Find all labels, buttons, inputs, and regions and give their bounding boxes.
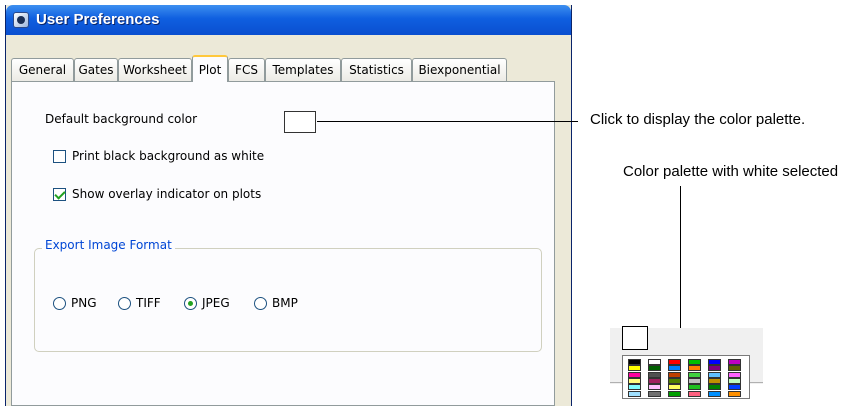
palette-color-cell[interactable] bbox=[708, 365, 721, 372]
tab-general[interactable]: General bbox=[11, 58, 74, 81]
title-bar[interactable]: User Preferences bbox=[6, 5, 571, 35]
palette-color-cell[interactable] bbox=[728, 377, 741, 384]
tab-plot[interactable]: Plot bbox=[192, 55, 228, 82]
tab-statistics[interactable]: Statistics bbox=[341, 58, 412, 81]
palette-color-cell[interactable] bbox=[648, 365, 661, 372]
palette-color-cell[interactable] bbox=[648, 390, 661, 397]
tiff-label: TIFF bbox=[136, 296, 161, 310]
palette-color-cell[interactable] bbox=[708, 390, 721, 397]
palette-color-cell[interactable] bbox=[688, 365, 701, 372]
print-black-as-white-checkbox[interactable] bbox=[53, 150, 66, 163]
palette-color-cell[interactable] bbox=[668, 390, 681, 397]
default-bg-color-label: Default background color bbox=[45, 112, 197, 126]
tab-fcs[interactable]: FCS bbox=[228, 58, 265, 81]
palette-color-cell[interactable] bbox=[648, 359, 661, 365]
jpeg-radio[interactable] bbox=[184, 297, 197, 310]
plot-tab-panel: Default background color Print black bac… bbox=[11, 81, 555, 406]
show-overlay-indicator-checkbox[interactable] bbox=[53, 188, 66, 201]
palette-color-cell[interactable] bbox=[708, 371, 721, 378]
default-bg-color-swatch[interactable] bbox=[284, 111, 316, 133]
bmp-radio[interactable] bbox=[254, 297, 267, 310]
palette-color-cell[interactable] bbox=[668, 377, 681, 384]
palette-color-cell[interactable] bbox=[688, 359, 701, 365]
palette-color-cell[interactable] bbox=[728, 371, 741, 378]
palette-color-cell[interactable] bbox=[628, 371, 641, 378]
color-palette bbox=[622, 355, 750, 399]
palette-color-cell[interactable] bbox=[648, 384, 661, 391]
palette-color-cell[interactable] bbox=[688, 371, 701, 378]
tab-templates[interactable]: Templates bbox=[265, 58, 341, 81]
palette-color-cell[interactable] bbox=[668, 371, 681, 378]
palette-color-cell[interactable] bbox=[648, 377, 661, 384]
palette-color-cell[interactable] bbox=[628, 359, 641, 365]
palette-color-cell[interactable] bbox=[728, 390, 741, 397]
app-icon bbox=[13, 12, 29, 28]
palette-color-cell[interactable] bbox=[668, 359, 681, 365]
palette-color-cell[interactable] bbox=[708, 384, 721, 391]
print-black-as-white-label: Print black background as white bbox=[72, 149, 265, 163]
tab-worksheet[interactable]: Worksheet bbox=[118, 58, 192, 81]
jpeg-label: JPEG bbox=[202, 296, 230, 310]
bmp-label: BMP bbox=[272, 296, 298, 310]
tiff-radio[interactable] bbox=[118, 297, 131, 310]
palette-color-cell[interactable] bbox=[728, 365, 741, 372]
palette-color-cell[interactable] bbox=[628, 365, 641, 372]
palette-color-cell[interactable] bbox=[648, 371, 661, 378]
palette-color-cell[interactable] bbox=[708, 359, 721, 365]
palette-callout-text: Color palette with white selected bbox=[623, 163, 839, 180]
palette-color-cell[interactable] bbox=[688, 390, 701, 397]
palette-color-cell[interactable] bbox=[628, 384, 641, 391]
palette-color-cell[interactable] bbox=[708, 377, 721, 384]
palette-color-cell[interactable] bbox=[668, 384, 681, 391]
png-radio[interactable] bbox=[53, 297, 66, 310]
export-image-format-title: Export Image Format bbox=[42, 238, 175, 252]
window-title: User Preferences bbox=[36, 11, 160, 28]
click-callout-text: Click to display the color palette. bbox=[590, 111, 806, 128]
palette-color-cell[interactable] bbox=[628, 390, 641, 397]
tab-biexponential[interactable]: Biexponential bbox=[412, 58, 507, 81]
palette-color-cell[interactable] bbox=[688, 377, 701, 384]
png-label: PNG bbox=[71, 296, 97, 310]
palette-color-cell[interactable] bbox=[728, 384, 741, 391]
palette-color-cell[interactable] bbox=[688, 384, 701, 391]
callout-line-swatch bbox=[317, 121, 578, 122]
palette-color-cell[interactable] bbox=[628, 377, 641, 384]
palette-color-cell[interactable] bbox=[668, 365, 681, 372]
tab-gates[interactable]: Gates bbox=[74, 58, 118, 81]
palette-color-cell[interactable] bbox=[728, 359, 741, 365]
selected-color-swatch[interactable] bbox=[622, 326, 648, 350]
show-overlay-indicator-label: Show overlay indicator on plots bbox=[72, 187, 262, 201]
